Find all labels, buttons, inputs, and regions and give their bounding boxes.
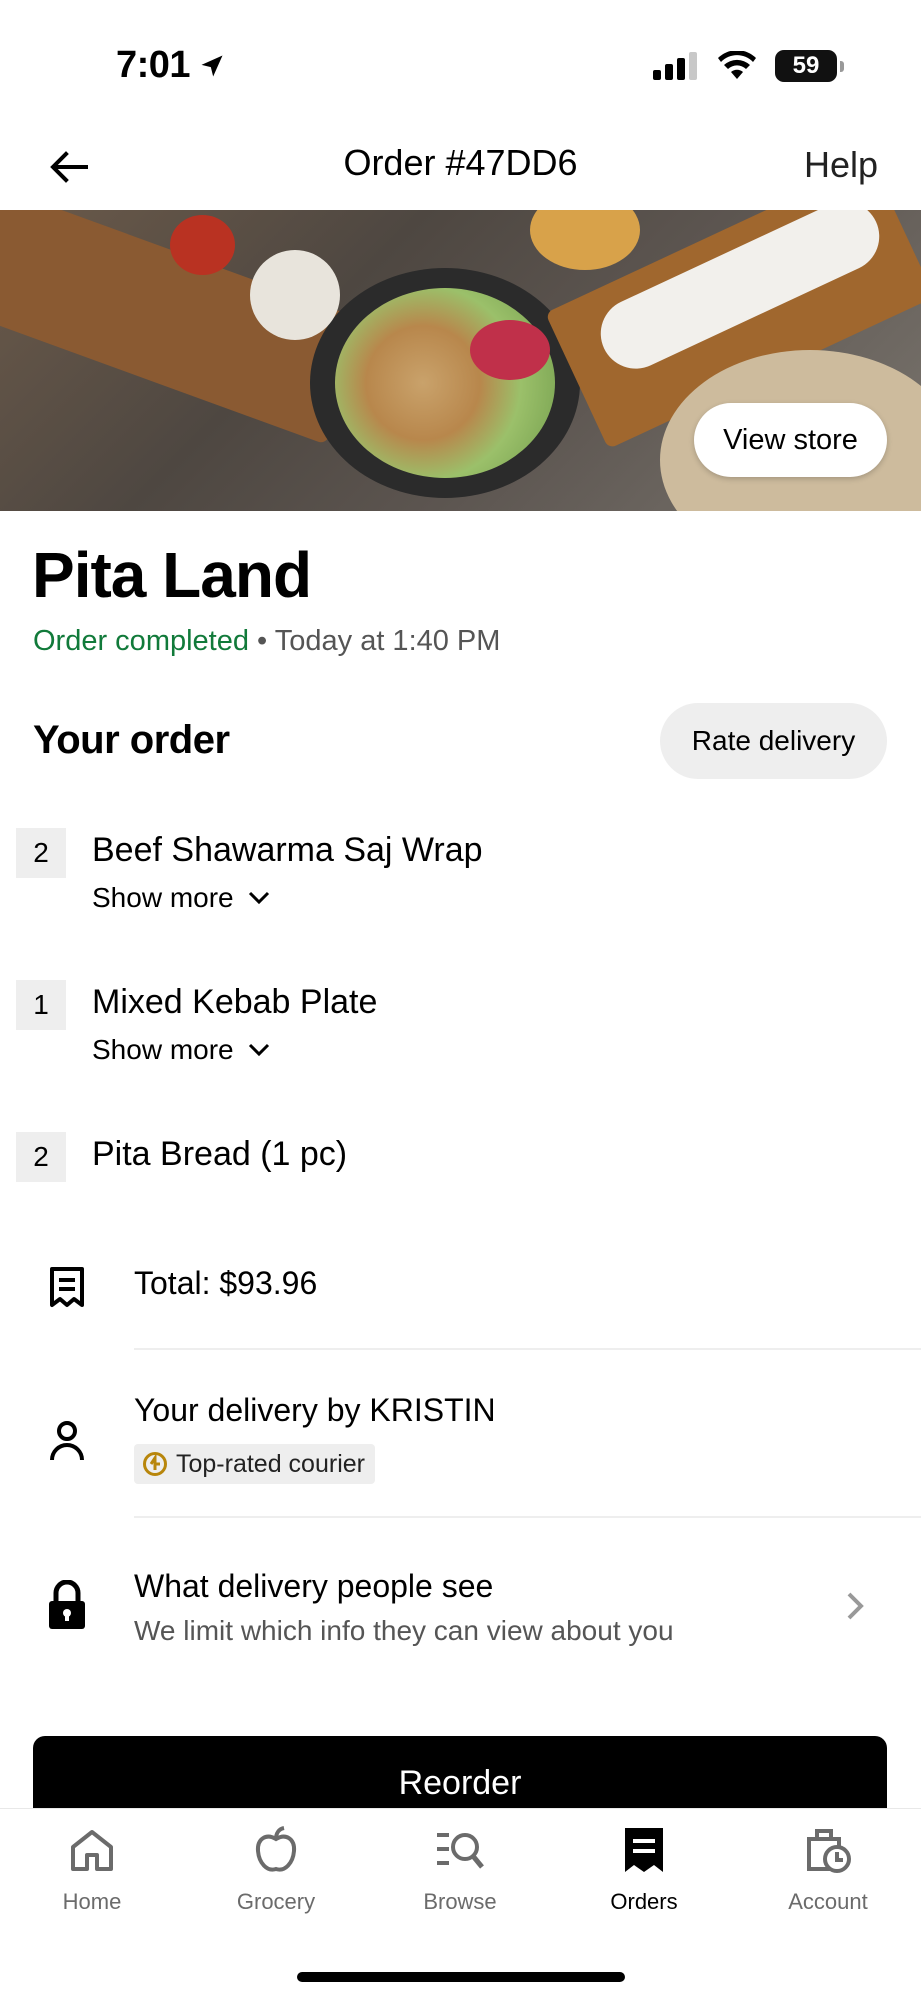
apple-icon (251, 1825, 301, 1875)
lock-icon (44, 1580, 90, 1629)
order-completed-time: Today at 1:40 PM (274, 625, 501, 657)
home-icon (67, 1825, 117, 1875)
divider (134, 1516, 921, 1518)
order-item: 2 Pita Bread (1 pc) (16, 1132, 896, 1192)
view-store-button[interactable]: View store (694, 403, 887, 477)
item-quantity: 1 (16, 980, 66, 1030)
receipt-icon (44, 1264, 90, 1310)
store-hero-image: View store (0, 210, 921, 511)
show-more-button[interactable]: Show more (92, 1034, 270, 1066)
account-icon (803, 1825, 853, 1875)
order-status-label: Order completed (33, 625, 249, 657)
chevron-right-icon (845, 1590, 865, 1631)
person-icon (44, 1418, 90, 1464)
order-item: 1 Mixed Kebab Plate Show more (16, 980, 896, 1080)
courier-badge-icon (143, 1452, 167, 1476)
privacy-info-row[interactable]: What delivery people see We limit which … (0, 1560, 921, 1670)
chevron-down-icon (248, 891, 269, 905)
sauce-bowl-image (250, 250, 340, 340)
order-total-row: Total: $93.96 (0, 1258, 921, 1348)
help-button[interactable]: Help (804, 144, 878, 186)
courier-name: Your delivery by KRISTIN (134, 1392, 496, 1428)
tab-account[interactable]: Account (736, 1825, 920, 1915)
item-quantity: 2 (16, 828, 66, 878)
tab-grocery[interactable]: Grocery (184, 1825, 368, 1915)
order-status: Order completed • Today at 1:40 PM (33, 625, 501, 657)
nav-header: Order #47DD6 Help (0, 130, 921, 210)
privacy-subtitle: We limit which info they can view about … (134, 1615, 674, 1646)
location-arrow-icon (201, 55, 223, 76)
show-more-button[interactable]: Show more (92, 882, 270, 914)
tab-orders[interactable]: Orders (552, 1825, 736, 1915)
order-item: 2 Beef Shawarma Saj Wrap Show more (16, 828, 896, 928)
tab-browse[interactable]: Browse (368, 1825, 552, 1915)
receipt-icon (619, 1825, 669, 1875)
cellular-signal-icon (653, 52, 697, 80)
item-quantity: 2 (16, 1132, 66, 1182)
your-order-heading: Your order (33, 718, 230, 762)
divider (134, 1348, 921, 1350)
wifi-icon (718, 51, 756, 79)
store-name: Pita Land (32, 539, 312, 611)
status-time: 7:01 (116, 44, 191, 86)
item-name: Beef Shawarma Saj Wrap (92, 831, 483, 869)
tab-home[interactable]: Home (0, 1825, 184, 1915)
browse-icon (435, 1825, 485, 1875)
home-indicator (297, 1972, 625, 1982)
item-name: Mixed Kebab Plate (92, 983, 378, 1021)
rate-delivery-button[interactable]: Rate delivery (660, 703, 887, 779)
page-title: Order #47DD6 (343, 142, 578, 183)
battery-indicator: 59 (775, 50, 844, 82)
item-name: Pita Bread (1 pc) (92, 1135, 348, 1173)
courier-row: Your delivery by KRISTIN Top-rated couri… (0, 1390, 921, 1520)
privacy-title: What delivery people see (134, 1568, 494, 1604)
top-rated-badge: Top-rated courier (134, 1444, 375, 1484)
status-bar: 7:01 59 (0, 0, 921, 130)
chevron-down-icon (248, 1043, 269, 1057)
order-total: Total: $93.96 (134, 1265, 318, 1301)
